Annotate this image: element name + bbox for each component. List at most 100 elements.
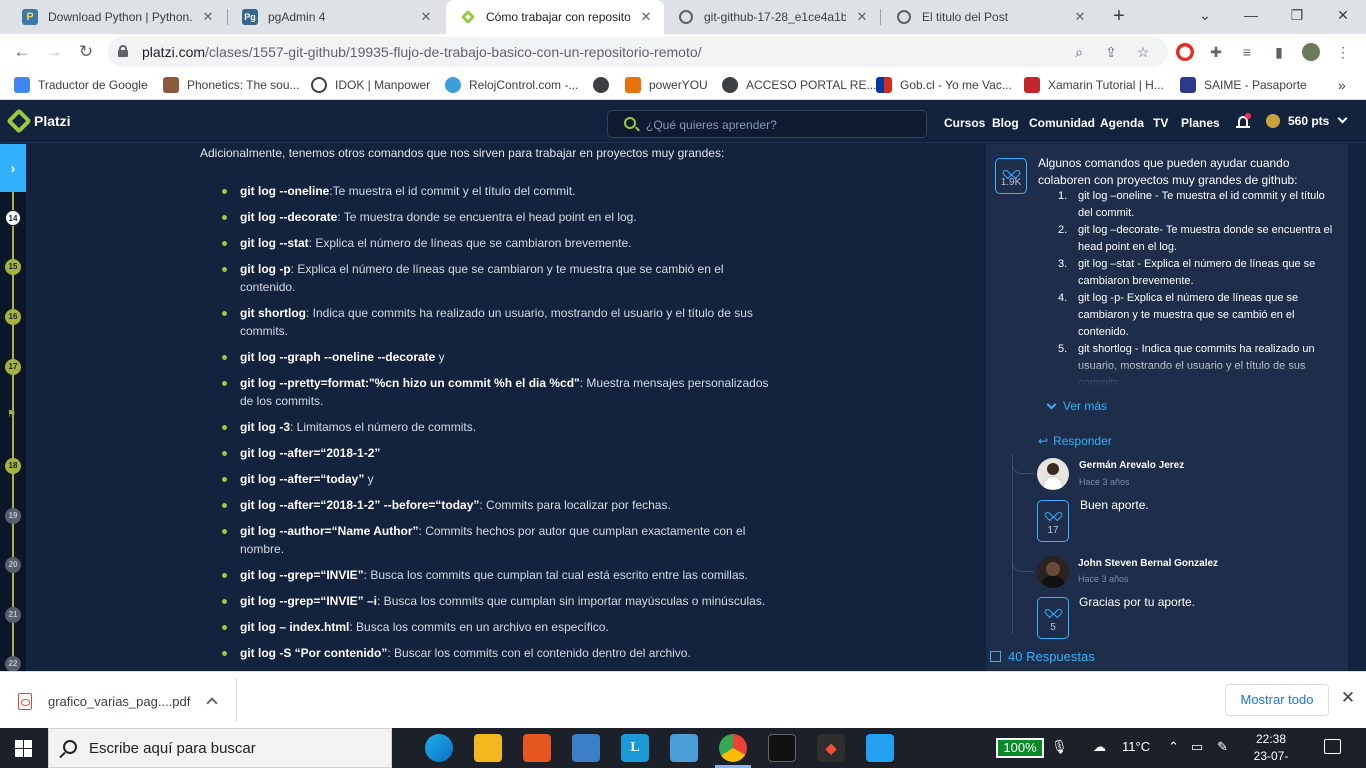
nav-comunidad[interactable]: Comunidad: [1029, 116, 1095, 130]
avatar[interactable]: [1037, 556, 1069, 588]
search-icon: [624, 117, 636, 129]
tab-pgadmin[interactable]: Pg pgAdmin 4 ✕: [228, 0, 444, 34]
notifications-icon[interactable]: [1324, 739, 1341, 754]
download-item[interactable]: grafico_varias_pag....pdf: [18, 686, 219, 716]
minimize-button[interactable]: —: [1228, 0, 1274, 30]
close-icon[interactable]: ✕: [1072, 9, 1088, 25]
view-replies-link[interactable]: 40 Respuestas: [990, 649, 1095, 664]
nav-agenda[interactable]: Agenda: [1100, 116, 1144, 130]
l-app-icon[interactable]: L: [621, 734, 649, 762]
close-icon[interactable]: ✕: [418, 9, 434, 25]
bookmark-item[interactable]: SAIME - Pasaporte: [1180, 76, 1307, 94]
windows-start-icon[interactable]: [15, 740, 32, 757]
bookmark-item[interactable]: IDOK | Manpower: [311, 76, 430, 94]
chrome-icon[interactable]: [719, 734, 747, 762]
bookmark-item[interactable]: ACCESO PORTAL RE...: [722, 76, 876, 94]
class-node-15[interactable]: 15: [5, 259, 21, 275]
tab-git-github[interactable]: git-github-17-28_e1ce4a1b-3 ✕: [664, 0, 880, 34]
nav-blog[interactable]: Blog: [992, 116, 1019, 130]
class-node-21[interactable]: 21: [5, 607, 21, 623]
class-node-20[interactable]: 20: [5, 557, 21, 573]
close-icon[interactable]: ✕: [854, 9, 870, 25]
tab-platzi[interactable]: Cómo trabajar con repositori ✕: [446, 0, 664, 34]
side-panel-icon[interactable]: ▮: [1270, 43, 1288, 61]
show-all-downloads-button[interactable]: Mostrar todo: [1225, 684, 1329, 716]
class-node-17[interactable]: 17: [5, 359, 21, 375]
menu-icon[interactable]: ⋮: [1334, 43, 1352, 61]
page-scrollbar[interactable]: [1348, 144, 1366, 671]
file-explorer-icon[interactable]: [474, 734, 502, 762]
git-icon[interactable]: ◆: [817, 734, 845, 762]
zoom-icon[interactable]: ⌕: [1070, 43, 1088, 61]
back-icon[interactable]: ←: [10, 41, 34, 65]
close-window-button[interactable]: ✕: [1320, 0, 1366, 30]
reload-icon[interactable]: ↻: [74, 41, 98, 65]
share-icon[interactable]: ⇪: [1102, 43, 1120, 61]
class-node-16[interactable]: 16: [5, 309, 21, 325]
bookmark-star-icon[interactable]: ☆: [1134, 43, 1152, 61]
avatar[interactable]: [1037, 458, 1069, 490]
reply-author[interactable]: John Steven Bernal Gonzalez: [1078, 558, 1218, 569]
class-node-14[interactable]: 14: [5, 210, 21, 226]
bookmark-item[interactable]: Gob.cl - Yo me Vac...: [876, 76, 1012, 94]
tab-python[interactable]: P Download Python | Python.or ✕: [8, 0, 226, 34]
bookmark-item[interactable]: Phonetics: The sou...: [163, 76, 300, 94]
nav-planes[interactable]: Planes: [1181, 116, 1220, 130]
tab-search-icon[interactable]: ⌄: [1182, 0, 1228, 30]
like-button[interactable]: 1.9K: [995, 158, 1027, 194]
new-tab-button[interactable]: +: [1108, 5, 1130, 27]
nav-cursos[interactable]: Cursos: [944, 116, 985, 130]
extensions-icon[interactable]: ✚: [1207, 43, 1225, 61]
nav-tv[interactable]: TV: [1153, 116, 1168, 130]
profile-avatar[interactable]: [1302, 43, 1320, 61]
office-icon[interactable]: [523, 734, 551, 762]
weather-icon[interactable]: ☁: [1093, 739, 1106, 755]
chevron-down-icon: [1046, 399, 1057, 410]
bookmark-item[interactable]: Traductor de Google: [14, 76, 148, 94]
url-text[interactable]: platzi.com/clases/1557-git-github/19935-…: [142, 44, 702, 60]
network-icon[interactable]: ▭: [1191, 739, 1203, 755]
platzi-search[interactable]: [607, 110, 927, 138]
class-node-22[interactable]: 22: [5, 656, 21, 672]
address-bar[interactable]: platzi.com/clases/1557-git-github/19935-…: [108, 37, 1168, 67]
like-button[interactable]: 17: [1037, 500, 1069, 542]
notifications-bell-icon[interactable]: [1236, 113, 1251, 130]
system-clock[interactable]: 22:38 23-07-2022: [1246, 731, 1296, 768]
close-icon[interactable]: ✕: [638, 9, 654, 25]
calculator-icon[interactable]: [670, 734, 698, 762]
pen-icon[interactable]: ✎: [1217, 739, 1228, 755]
close-icon[interactable]: ✕: [200, 9, 216, 25]
edge-icon[interactable]: [425, 734, 453, 762]
terminal-icon[interactable]: [768, 734, 796, 762]
close-icon[interactable]: ✕: [1339, 689, 1357, 707]
ver-mas-link[interactable]: Ver más: [1046, 399, 1107, 413]
taskbar-search[interactable]: Escribe aquí para buscar: [48, 728, 392, 768]
microphone-icon[interactable]: 🎙: [1051, 739, 1068, 755]
like-button[interactable]: 5: [1037, 597, 1069, 639]
tab-post[interactable]: El titulo del Post ✕: [882, 0, 1098, 34]
temperature-text[interactable]: 11°C: [1122, 739, 1150, 754]
platzi-logo[interactable]: Platzi: [6, 108, 71, 134]
bookmarks-overflow-button[interactable]: »: [1338, 76, 1346, 94]
chevron-up-icon[interactable]: [206, 697, 219, 709]
command-name: git log --author=“Name Author”: [240, 524, 419, 538]
bookmark-item[interactable]: Xamarin Tutorial | H...: [1024, 76, 1164, 94]
restore-button[interactable]: ❐: [1274, 0, 1320, 30]
reading-list-icon[interactable]: ≡: [1238, 43, 1256, 61]
reply-author[interactable]: Germán Arevalo Jerez: [1079, 460, 1184, 471]
adblock-icon[interactable]: ⬤: [1176, 43, 1194, 61]
remote-desktop-icon[interactable]: [572, 734, 600, 762]
vscode-icon[interactable]: [866, 734, 894, 762]
bookmark-item[interactable]: powerYOU: [625, 76, 708, 94]
points-menu[interactable]: 560 pts: [1266, 113, 1348, 128]
forward-icon[interactable]: →: [42, 41, 66, 65]
rail-toggle-button[interactable]: ›: [0, 144, 26, 192]
class-node-18[interactable]: 18: [5, 458, 21, 474]
battery-indicator[interactable]: 100%: [996, 738, 1044, 758]
reply-button[interactable]: ↩ Responder: [1038, 434, 1112, 448]
bookmark-item[interactable]: RelojControl.com -...: [445, 76, 578, 94]
class-node-19[interactable]: 19: [5, 508, 21, 524]
tray-overflow-icon[interactable]: ⌃: [1168, 739, 1179, 755]
bookmark-item[interactable]: [593, 76, 617, 94]
search-input[interactable]: [646, 116, 916, 134]
